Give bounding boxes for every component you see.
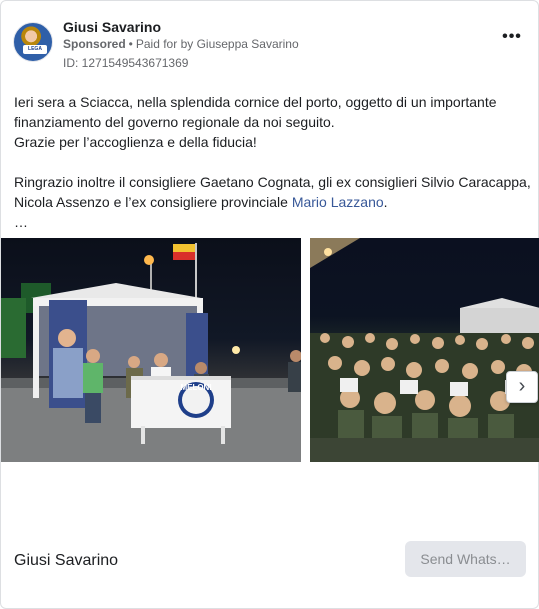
post-line: Ringrazio inoltre il consigliere Gaetano… [14,174,531,190]
post-line-text: Nicola Assenzo e l’ex consigliere provin… [14,194,292,210]
post-line: Grazie per l’accoglienza e della fiducia… [14,134,257,150]
see-more-ellipsis[interactable]: … [14,212,529,232]
footer-page-name: Giusi Savarino [14,552,119,569]
more-horizontal-icon: ••• [502,28,522,45]
ad-meta: Sponsored • Paid for by Giuseppa Savarino [63,37,299,51]
mention-link[interactable]: Mario Lazzano [292,194,384,210]
post-line: finanziamento del governo regionale da n… [14,114,335,130]
ad-card: LEGA Giusi Savarino Sponsored • Paid for b… [0,0,539,609]
more-options-button[interactable]: ••• [500,29,524,49]
audience-photo [310,238,539,462]
chevron-right-icon: › [518,375,526,397]
page-name[interactable]: Giusi Savarino [63,19,161,35]
sponsored-label: Sponsored [63,37,126,51]
carousel-photo-2[interactable] [310,238,539,462]
image-carousel[interactable]: MELONI › [1,238,539,462]
carousel-photo-1[interactable]: MELONI [1,238,301,462]
post-text: Ieri sera a Sciacca, nella splendida cor… [14,92,531,232]
avatar-badge: LEGA [23,45,47,54]
event-stage-photo: MELONI [1,243,301,462]
post-line-suffix: . [383,194,388,210]
paid-for-label: Paid for by Giuseppa Savarino [135,37,299,51]
banner-text: MELONI [180,383,211,392]
avatar[interactable]: LEGA [13,22,53,62]
send-whatsapp-button[interactable]: Send Whats… [405,541,526,577]
ad-header: LEGA Giusi Savarino Sponsored • Paid for b… [13,19,528,79]
ad-id: ID: 1271549543671369 [63,56,189,70]
post-line: Nicola Assenzo e l’ex consigliere provin… [14,192,529,212]
post-line: Ieri sera a Sciacca, nella splendida cor… [14,94,497,110]
meta-separator: • [128,37,133,51]
carousel-next-button[interactable]: › [506,371,538,403]
